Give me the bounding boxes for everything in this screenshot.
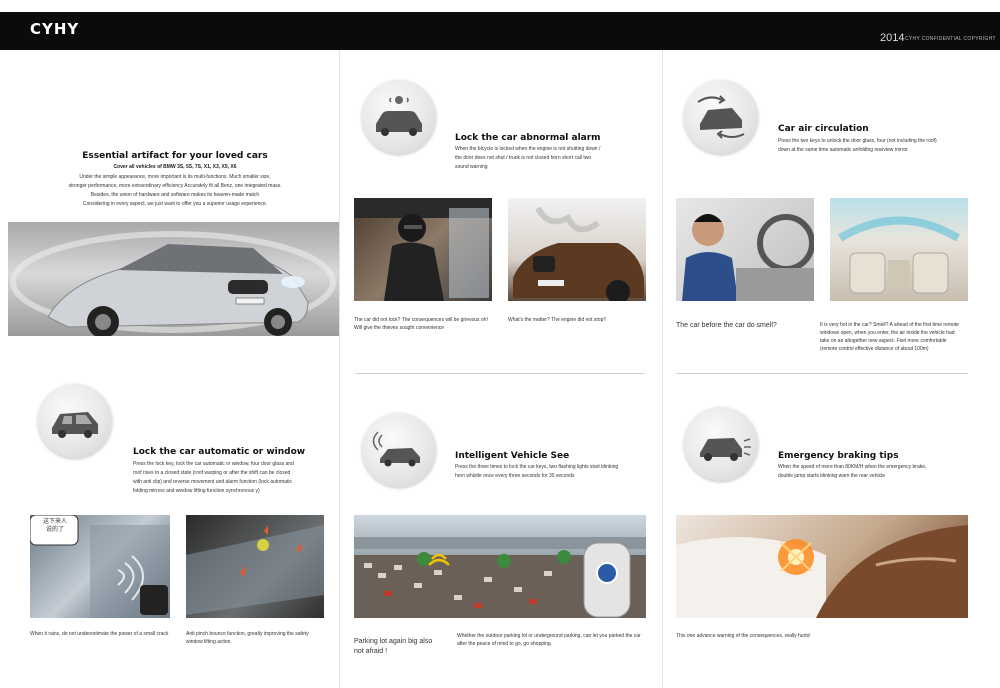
header-bar [0,12,1000,50]
brake-title: Emergency braking tips [778,451,899,461]
header-year: 2014 [880,32,905,44]
alarm-line: When the bicycle is locked when the engi… [455,146,601,152]
anti-pinch-caption-line: Anti pinch bounce function, greatly impr… [186,631,309,637]
brake-line: double jump starts blinking warn the rea… [778,473,885,479]
parking-caption-line: not afraid ! [354,648,388,655]
rain-sticker-text: 这下来人 说的了 [33,518,77,534]
see-icon-circle [362,413,436,487]
alarm-icon-circle [362,80,436,154]
interior-caption-line: take on an altogether new aspect. Feel m… [820,338,947,344]
thief-caption-line: Will give the thieves sought convenience [354,325,445,331]
hero-car-image [8,222,339,336]
smell-photo [676,198,814,301]
smoking-caption: What's the matter? The engine did not st… [508,317,607,323]
thief-caption-line: The car did not lock? The consequences w… [354,317,488,323]
alarm-line: sound warning [455,164,488,170]
intro-line: Considering in every aspect, we just wan… [82,201,268,207]
anti-pinch-photo [186,515,324,618]
brake-light-graphic [676,525,968,618]
intro-line: Besides, the union of hardware and softw… [90,192,260,198]
header-confidential: CYHY CONFIDENTIAL COPYRIGHT [905,36,996,42]
anti-pinch-caption: Anti pinch bounce function, greatly impr… [186,630,326,646]
intro-line: stronger performance, more extraordinary… [68,183,282,189]
car-brake-icon [700,438,751,461]
smell-graphic [682,214,814,301]
brake-caption: This one advance warning of the conseque… [676,633,811,639]
anti-pinch-caption-line: window lifting action. [186,639,232,645]
column-divider-left [339,50,340,688]
intro-line: Under the simple appearance, more import… [79,174,271,180]
alarm-title: Lock the car abnormal alarm [455,133,601,143]
parking-lot-graphic [354,537,646,618]
parking-caption: Parking lot again big also not afraid ! [354,637,454,657]
brake-light-photo [676,515,968,618]
parking-caption-line: Parking lot again big also [354,638,433,645]
interior-caption-line: windows open, when you enter, the air in… [820,330,955,336]
hero-car-graphic [10,231,336,336]
window-line: with anti clip) and reverse movement and… [133,479,292,485]
window-line: roof rises to a closed state (roof warpi… [133,470,291,476]
window-title: Lock the car automatic or window [133,447,306,457]
shopping-caption: Whether the outdoor parking lot or under… [457,632,657,648]
see-description: Press the three times to lock the car ke… [455,463,655,481]
row-divider-right [676,373,968,374]
car-interior-graphic [837,216,961,294]
air-line: down at the same time automatic unfoldin… [778,147,908,153]
car-interior-photo [830,198,968,301]
brake-line: When the speed of more than 80KM/H when … [778,464,927,470]
smoking-car-photo [508,198,646,301]
brake-description: When the speed of more than 80KM/H when … [778,463,978,481]
air-icon-circle [684,80,758,154]
car-signal-icon [372,431,420,467]
column-divider-right [662,50,663,688]
window-line: folding mirrors and window lifting funct… [133,488,260,494]
brake-icon-circle [684,407,758,481]
smoking-car-graphic [513,206,644,301]
thief-photo [354,198,492,301]
interior-caption-line: (remote control effective distance of ab… [820,346,929,352]
car-window-icon [52,412,98,438]
interior-caption: It is very hot in the car? Smell? A ahea… [820,321,980,353]
intro-subtitle: Cover all vehicles of BMW 3S, 5S, 7S, X1… [113,164,237,170]
rain-caption: When it rains, do not underestimate the … [30,631,169,637]
thief-caption: The car did not lock? The consequences w… [354,316,494,332]
shopping-caption-line: after the peace of mind to go, go shoppi… [457,641,553,647]
window-line: Press the lock key, lock the car automat… [133,461,294,467]
smell-caption: The car before the car do smell? [676,322,777,329]
see-line: horn whistle once every three seconds fo… [455,473,575,479]
alarm-description: When the bicycle is locked when the engi… [455,145,655,172]
car-alarm-icon [376,96,422,136]
window-description: Press the lock key, lock the car automat… [133,460,333,496]
intro-title: Essential artifact for your loved cars [82,151,268,161]
shopping-caption-line: Whether the outdoor parking lot or under… [457,633,641,639]
air-circulation-icon [697,95,745,139]
sticker-line: 这下来人 [42,519,67,525]
window-icon-circle [38,384,112,458]
parking-lot-photo [354,515,646,618]
sticker-line: 说的了 [45,527,64,533]
interior-caption-line: It is very hot in the car? Smell? A ahea… [820,322,959,328]
air-line: Press the two keys to unlock the door gl… [778,138,937,144]
row-divider-middle [355,373,645,374]
anti-pinch-graphic [186,525,324,615]
thief-graphic [354,198,492,301]
see-title: Intelligent Vehicle See [455,451,570,461]
brand-logo: CYHY [30,20,80,38]
air-title: Car air circulation [778,124,869,134]
air-description: Press the two keys to unlock the door gl… [778,137,978,155]
intro-description: Under the simple appearance, more import… [30,173,320,209]
see-line: Press the three times to lock the car ke… [455,464,619,470]
alarm-line: the door does not shut / trunk is not cl… [455,155,592,161]
